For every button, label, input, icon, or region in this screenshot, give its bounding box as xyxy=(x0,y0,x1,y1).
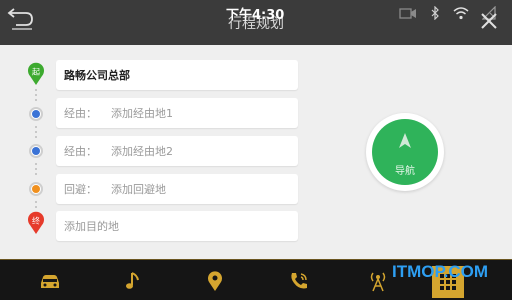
waypoint-2-prefix: 经由： xyxy=(64,145,97,158)
clock: 下午4:30 xyxy=(226,8,285,23)
waypoint-1-field[interactable]: 经由： 添加经由地1 xyxy=(56,98,298,128)
end-pin-icon: 终 xyxy=(28,211,44,234)
phone-icon[interactable] xyxy=(287,270,311,292)
radio-tower-icon[interactable] xyxy=(366,270,390,292)
connector-dots xyxy=(35,126,37,141)
navigate-button[interactable]: 导航 xyxy=(366,113,444,191)
start-pin-icon: 起 xyxy=(28,62,44,85)
navigation-arrow-icon xyxy=(399,133,411,148)
location-pin-icon[interactable] xyxy=(203,270,227,292)
start-location-label: 路畅公司总部 xyxy=(64,69,130,82)
navigate-button-core[interactable]: 导航 xyxy=(372,119,438,185)
wifi-icon xyxy=(453,7,469,20)
avoid-marker xyxy=(29,182,43,196)
start-location-field[interactable]: 路畅公司总部 xyxy=(56,60,298,90)
avoid-prefix: 回避： xyxy=(64,183,97,196)
navigate-label: 导航 xyxy=(395,166,415,177)
waypoint-2-placeholder: 添加经由地2 xyxy=(111,145,173,158)
car-icon[interactable] xyxy=(38,270,62,292)
destination-field[interactable]: 添加目的地 xyxy=(56,211,298,241)
watermark: ITMOP.COM xyxy=(392,262,489,281)
music-note-icon[interactable] xyxy=(122,270,146,292)
avoid-placeholder: 添加回避地 xyxy=(111,183,166,196)
waypoint-1-placeholder: 添加经由地1 xyxy=(111,107,173,120)
connector-dots xyxy=(35,89,37,104)
destination-placeholder: 添加目的地 xyxy=(64,220,119,233)
start-badge: 起 xyxy=(32,68,40,77)
camera-icon xyxy=(399,8,416,19)
close-icon[interactable] xyxy=(480,12,498,30)
connector-dots xyxy=(35,201,37,211)
waypoint-1-prefix: 经由： xyxy=(64,107,97,120)
title-bar: 行程规划 下午4:30 xyxy=(0,0,512,45)
bluetooth-icon xyxy=(431,6,439,20)
connector-dots xyxy=(35,163,37,178)
waypoint-2-field[interactable]: 经由： 添加经由地2 xyxy=(56,136,298,166)
waypoint-1-marker xyxy=(29,107,43,121)
avoid-field[interactable]: 回避： 添加回避地 xyxy=(56,174,298,204)
end-badge: 终 xyxy=(32,216,40,226)
waypoint-2-marker xyxy=(29,144,43,158)
